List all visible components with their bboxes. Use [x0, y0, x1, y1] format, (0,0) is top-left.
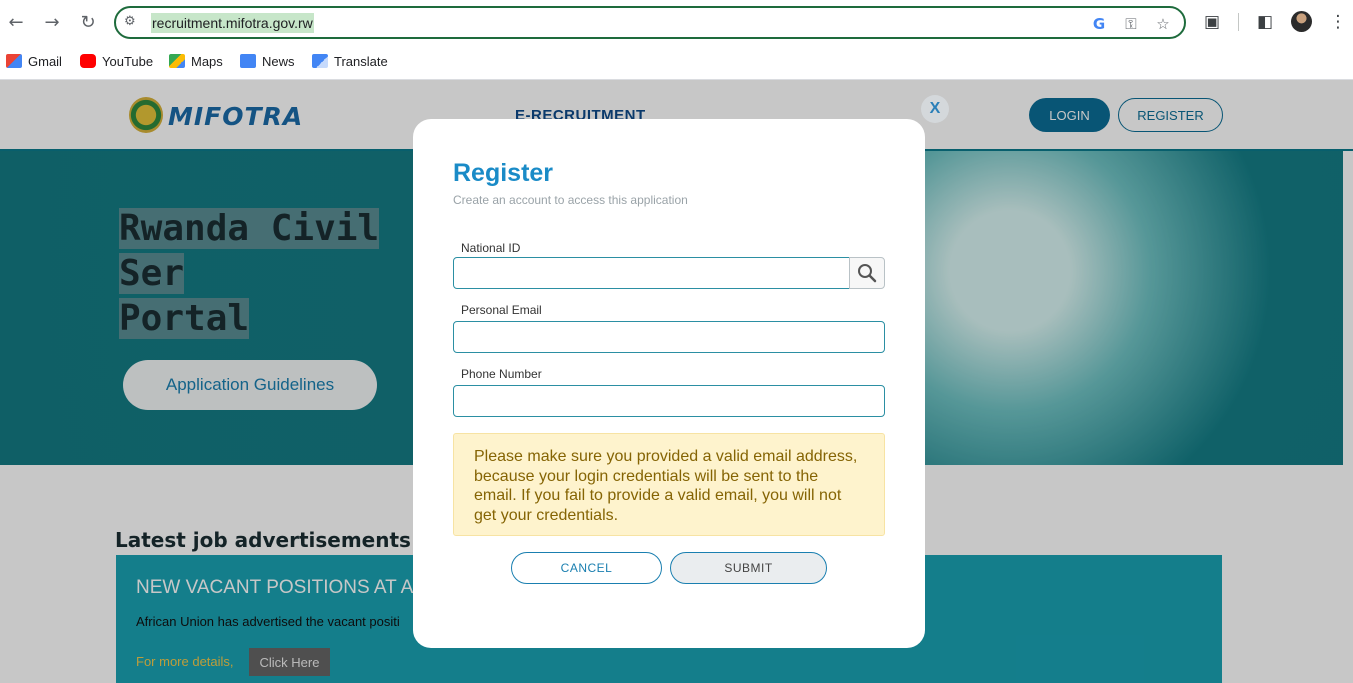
news-icon	[240, 54, 256, 68]
bookmark-maps[interactable]: Maps	[169, 52, 223, 70]
side-panel-icon[interactable]: ◧	[1253, 10, 1277, 34]
youtube-icon	[80, 54, 96, 68]
bookmarks-bar: Gmail YouTube Maps News Translate	[0, 44, 1353, 80]
national-id-search-button[interactable]	[849, 257, 885, 289]
email-label: Personal Email	[461, 303, 542, 317]
url-text[interactable]: recruitment.mifotra.gov.rw	[151, 13, 314, 33]
bookmark-star-icon[interactable]: ☆	[1152, 13, 1174, 35]
submit-button[interactable]: SUBMIT	[670, 552, 827, 584]
bookmark-youtube[interactable]: YouTube	[80, 52, 153, 70]
translate-icon	[312, 54, 328, 68]
close-modal-button[interactable]: X	[921, 95, 949, 123]
bookmark-translate[interactable]: Translate	[312, 52, 388, 70]
bookmark-label: Maps	[191, 53, 223, 69]
forward-icon[interactable]: →	[40, 10, 64, 34]
site-settings-icon[interactable]: ⚙	[124, 14, 142, 32]
bookmark-label: News	[262, 53, 295, 69]
search-icon	[858, 264, 877, 283]
national-id-input[interactable]	[453, 257, 850, 289]
cancel-button[interactable]: CANCEL	[511, 552, 662, 584]
modal-title: Register	[453, 159, 554, 187]
bookmark-label: Gmail	[28, 53, 62, 69]
phone-field[interactable]	[453, 385, 885, 417]
gmail-icon	[6, 54, 22, 68]
modal-subtitle: Create an account to access this applica…	[453, 193, 688, 207]
reload-icon[interactable]: ↻	[76, 10, 100, 34]
maps-icon	[169, 54, 185, 68]
browser-toolbar: ← → ↻ ⚙ recruitment.mifotra.gov.rw G ⚿ ☆…	[0, 0, 1353, 44]
bookmark-label: YouTube	[102, 53, 154, 69]
extensions-icon[interactable]: ▣	[1200, 10, 1224, 34]
toolbar-divider	[1238, 13, 1239, 31]
bookmark-label: Translate	[334, 53, 388, 69]
profile-avatar[interactable]	[1291, 11, 1312, 32]
bookmark-gmail[interactable]: Gmail	[6, 52, 62, 70]
email-field[interactable]	[453, 321, 885, 353]
back-icon[interactable]: ←	[4, 10, 28, 34]
menu-kebab-icon[interactable]: ⋮	[1326, 10, 1350, 34]
address-bar[interactable]: ⚙ recruitment.mifotra.gov.rw G ⚿ ☆	[114, 6, 1186, 39]
phone-label: Phone Number	[461, 367, 542, 381]
password-key-icon[interactable]: ⚿	[1120, 13, 1142, 35]
national-id-label: National ID	[461, 241, 521, 255]
register-modal: Register Create an account to access thi…	[413, 119, 925, 648]
email-warning-notice: Please make sure you provided a valid em…	[453, 433, 885, 536]
google-lens-icon[interactable]: G	[1088, 13, 1110, 35]
bookmark-news[interactable]: News	[240, 52, 295, 70]
